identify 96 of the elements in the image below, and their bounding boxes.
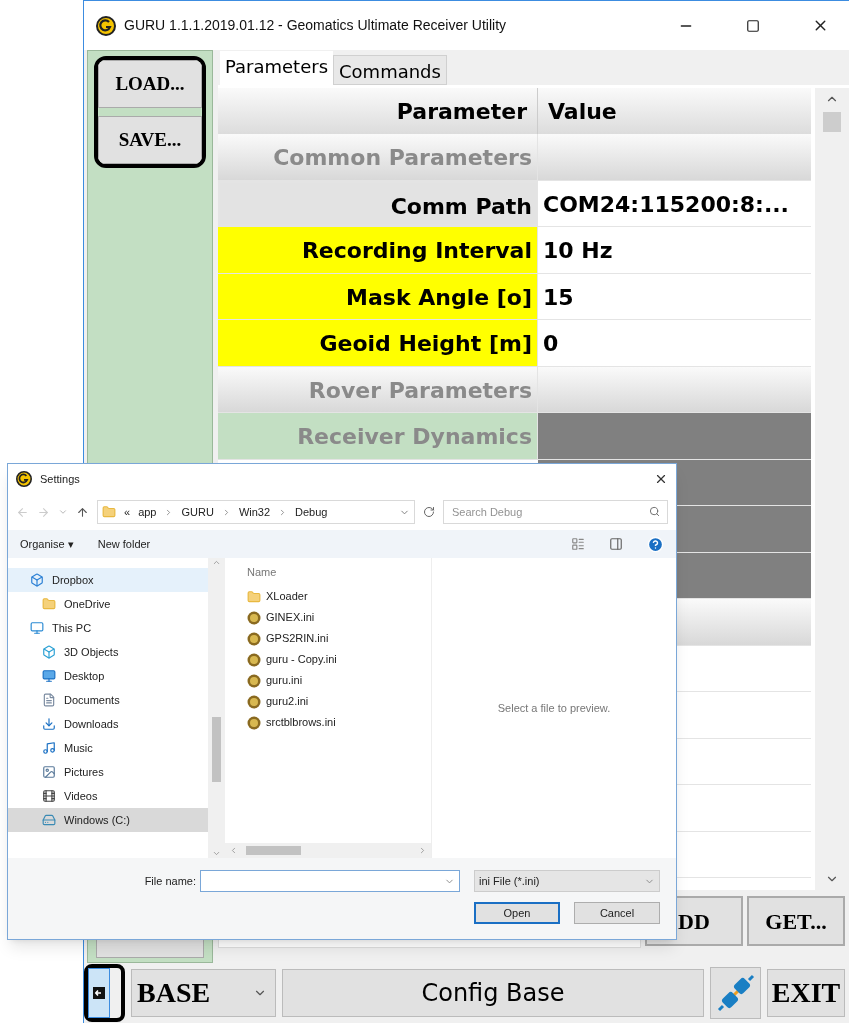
folder-icon [247, 589, 261, 604]
nav-item[interactable]: This PC [8, 616, 208, 640]
file-type-dropdown[interactable]: ini File (*.ini) [474, 870, 660, 892]
cube-icon [42, 645, 56, 659]
computer-icon [30, 621, 44, 635]
document-icon [42, 693, 56, 707]
column-header[interactable]: Name [225, 558, 431, 586]
desktop-icon [42, 669, 56, 683]
dropbox-icon [30, 573, 44, 587]
settings-file-icon [247, 631, 261, 646]
file-item[interactable]: GINEX.ini [225, 607, 431, 628]
download-icon [42, 717, 56, 731]
nav-item[interactable]: Pictures [8, 760, 208, 784]
value-cell[interactable] [538, 366, 811, 412]
back-button[interactable] [88, 968, 110, 1018]
scroll-thumb[interactable] [823, 112, 841, 132]
nav-item[interactable]: Music [8, 736, 208, 760]
nav-item[interactable]: Desktop [8, 664, 208, 688]
open-button[interactable]: Open [474, 902, 560, 924]
breadcrumb-item[interactable]: app [138, 503, 157, 521]
table-scrollbar[interactable] [815, 88, 849, 890]
file-item[interactable]: GPS2RIN.ini [225, 628, 431, 649]
settings-file-icon [247, 610, 261, 625]
address-bar[interactable]: « app GURU Win32 Debug [97, 500, 415, 524]
film-icon [42, 789, 56, 803]
value-cell[interactable] [538, 134, 811, 180]
organise-menu[interactable]: Organise ▾ [20, 535, 74, 553]
load-button[interactable]: LOAD... [98, 60, 202, 108]
config-base-button[interactable]: Config Base [282, 969, 704, 1017]
scroll-thumb[interactable] [212, 717, 221, 782]
search-field[interactable]: Search Debug [443, 500, 668, 524]
breadcrumb-item[interactable]: GURU [181, 503, 214, 521]
settings-file-icon [247, 673, 261, 688]
back-arrow-icon [93, 987, 105, 999]
file-item[interactable]: guru.ini [225, 670, 431, 691]
recent-icon[interactable] [58, 507, 68, 517]
exit-button[interactable]: EXIT [767, 969, 845, 1017]
file-item[interactable]: guru2.ini [225, 691, 431, 712]
breadcrumb-item[interactable]: Debug [295, 503, 328, 521]
app-logo-icon [96, 15, 116, 36]
nav-item[interactable]: Dropbox [8, 568, 208, 592]
nav-item[interactable]: Windows (C:) [8, 808, 208, 832]
cancel-button[interactable]: Cancel [574, 902, 660, 924]
music-icon [42, 741, 56, 755]
breadcrumb-item[interactable]: Win32 [238, 503, 271, 521]
nav-item[interactable]: Documents [8, 688, 208, 712]
parameter-cell[interactable]: Recording Interval [218, 227, 538, 273]
save-button[interactable]: SAVE... [98, 116, 202, 164]
value-cell[interactable] [538, 413, 811, 459]
plug-icon [715, 973, 756, 1013]
file-item[interactable]: XLoader [225, 586, 431, 607]
refresh-icon[interactable] [423, 506, 435, 518]
connect-button[interactable] [710, 967, 761, 1019]
drive-icon [42, 813, 56, 827]
file-name-field[interactable] [200, 870, 460, 892]
help-icon[interactable] [647, 535, 664, 553]
preview-message: Select a file to preview. [497, 700, 611, 716]
back-icon[interactable] [16, 505, 29, 519]
app-logo-icon [16, 471, 32, 487]
scroll-right-icon[interactable] [418, 846, 427, 855]
file-item[interactable]: guru - Copy.ini [225, 649, 431, 670]
pictures-icon [42, 765, 56, 779]
window-title: GURU 1.1.1.2019.01.12 - Geomatics Ultimate Receiver Utility [124, 16, 507, 35]
new-folder-button[interactable]: New folder [97, 535, 151, 553]
close-icon[interactable] [654, 472, 668, 486]
parameter-cell[interactable]: Comm Path [218, 180, 538, 226]
mode-dropdown[interactable]: BASE [131, 969, 276, 1017]
search-icon [649, 506, 660, 517]
nav-item[interactable]: Downloads [8, 712, 208, 736]
folder-icon [42, 597, 56, 611]
view-icon[interactable] [571, 537, 585, 551]
nav-scrollbar[interactable] [208, 558, 225, 858]
tab[interactable]: Parameters [220, 51, 334, 85]
column-header[interactable]: Value [538, 88, 811, 134]
settings-file-icon [247, 715, 261, 730]
folder-icon [102, 505, 116, 519]
file-name-label: File name: [143, 873, 196, 889]
nav-item[interactable]: OneDrive [8, 592, 208, 616]
file-item[interactable]: srctblbrows.ini [225, 712, 431, 733]
settings-file-icon [247, 652, 261, 667]
nav-item[interactable]: 3D Objects [8, 640, 208, 664]
scroll-thumb[interactable] [246, 846, 301, 855]
settings-file-icon [247, 694, 261, 709]
get-button[interactable]: GET... [747, 896, 845, 946]
breadcrumb-item[interactable]: « [124, 503, 131, 521]
horizontal-scrollbar[interactable] [225, 843, 431, 858]
up-icon[interactable] [76, 505, 89, 519]
maximize-icon[interactable] [746, 18, 760, 33]
preview-pane-icon[interactable] [609, 537, 623, 551]
parameter-cell[interactable]: Mask Angle [o] [218, 273, 538, 319]
forward-icon[interactable] [37, 505, 50, 519]
dialog-title: Settings [40, 471, 80, 487]
scroll-left-icon[interactable] [229, 846, 238, 855]
tab[interactable]: Commands [333, 55, 447, 85]
nav-item[interactable]: Videos [8, 784, 208, 808]
parameter-cell[interactable]: Geoid Height [m] [218, 320, 538, 366]
